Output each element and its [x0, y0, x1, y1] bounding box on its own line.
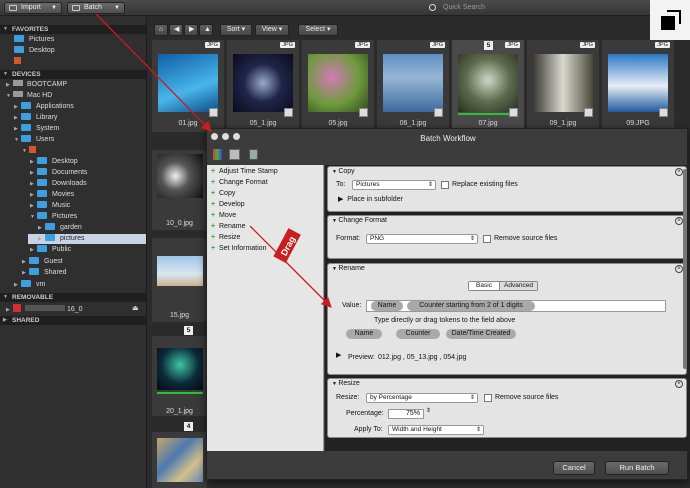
drag-label: Drag	[273, 228, 301, 263]
arrow-line	[95, 13, 212, 132]
drag-annotation: Drag	[95, 13, 332, 308]
